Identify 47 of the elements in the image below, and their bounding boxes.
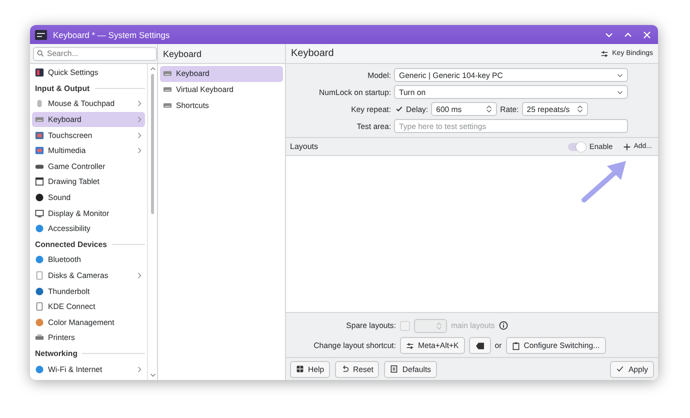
scrollbar[interactable] [147, 64, 157, 380]
tablet-icon [35, 177, 44, 186]
keyboard-icon [163, 85, 172, 94]
undo-icon [341, 365, 350, 373]
spin-arrows-icon [486, 105, 492, 113]
document-icon [390, 365, 398, 373]
spin-arrows-icon [576, 105, 583, 113]
checkmark-icon [616, 365, 624, 373]
app-icon [35, 68, 44, 78]
keyboard-icon [163, 101, 172, 110]
search-icon [37, 50, 44, 57]
close-icon[interactable] [642, 30, 652, 40]
chevron-down-icon [617, 72, 623, 78]
info-icon[interactable] [498, 321, 508, 330]
backspace-icon [474, 342, 485, 350]
monitor-icon [35, 208, 44, 218]
round-icon [35, 318, 44, 327]
device-icon [35, 302, 44, 312]
help-icon [296, 365, 304, 373]
chevron-down-icon [617, 90, 623, 94]
scroll-up-icon[interactable] [150, 66, 156, 71]
gamepad-icon [35, 162, 44, 171]
page-title: Keyboard [291, 48, 334, 59]
spare-layouts-checkbox[interactable] [400, 320, 410, 330]
app-icon [35, 30, 47, 40]
key-repeat-checkbox[interactable] [394, 104, 403, 114]
round-icon [35, 364, 44, 374]
keyboard-icon [163, 69, 172, 78]
keyboard-icon [35, 115, 44, 124]
sliders-icon [600, 50, 610, 58]
window-title: Keyboard * — System Settings [53, 30, 170, 40]
mouse-icon [35, 99, 44, 108]
plus-icon [622, 142, 631, 150]
round-icon [35, 255, 44, 264]
device-icon [35, 271, 44, 280]
round-icon [35, 224, 44, 234]
panel-title: Keyboard [163, 48, 202, 58]
printer-icon [35, 333, 44, 342]
spin-arrows-icon [436, 322, 442, 330]
scroll-down-icon[interactable] [150, 373, 156, 378]
round-icon [35, 286, 44, 296]
section-title: Layouts [290, 142, 318, 151]
round-icon [35, 193, 44, 202]
sliders-icon [406, 342, 414, 350]
clear-shortcut-button[interactable] [468, 337, 491, 354]
clipboard-icon [512, 342, 520, 350]
enable-toggle[interactable] [568, 142, 586, 150]
